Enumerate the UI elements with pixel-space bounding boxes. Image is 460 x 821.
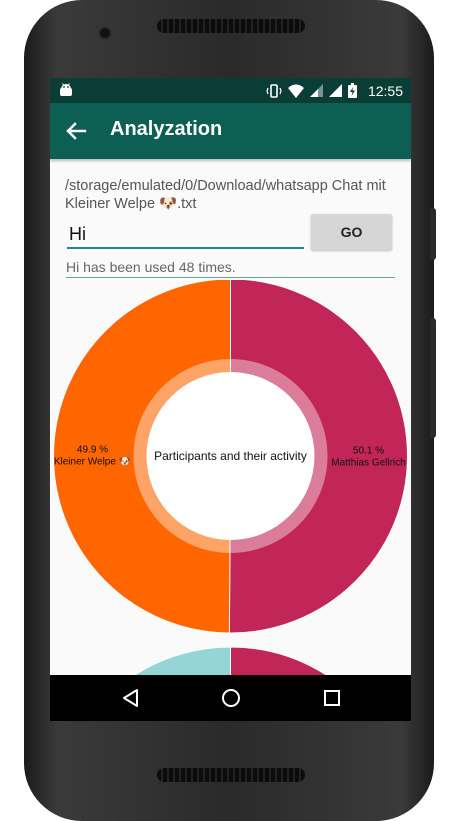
clock: 12:55 (367, 83, 403, 99)
recents-square-icon[interactable] (320, 686, 344, 710)
activity-donut-chart: 50.1 %Matthias Gellrich 49.9 %Kleiner Wel… (52, 280, 408, 634)
page-title: Analyzation (110, 118, 223, 140)
signal-icon (310, 84, 323, 97)
signal-icon-2 (329, 84, 342, 97)
result-text: Hi has been used 48 times. (66, 259, 395, 278)
status-icons (266, 83, 357, 98)
wifi-icon (288, 84, 304, 98)
search-word-input[interactable] (67, 221, 304, 249)
top-speaker (157, 19, 305, 33)
file-path-text: /storage/emulated/0/Download/whatsapp Ch… (65, 178, 386, 212)
slice-value-label: 50.1 % (353, 445, 384, 456)
home-circle-icon[interactable] (219, 686, 243, 710)
power-button (430, 208, 436, 260)
back-triangle-icon[interactable] (119, 686, 143, 710)
vibrate-icon (266, 83, 282, 98)
slice-name-label: Kleiner Welpe 🐶 (54, 457, 131, 468)
app-bar: Analyzation (50, 103, 411, 159)
android-icon (60, 83, 72, 96)
go-button[interactable]: GO (311, 214, 392, 250)
back-arrow-icon[interactable] (65, 120, 87, 142)
battery-charging-icon (348, 83, 357, 98)
app-screen: 12:55 Analyzation /storage/emulated/0/Do… (50, 78, 411, 721)
bottom-speaker (157, 768, 305, 782)
volume-button (430, 318, 436, 438)
slice-name-label: Matthias Gellrich (331, 457, 405, 468)
front-camera (100, 28, 110, 38)
slice-value-label: 49.9 % (77, 445, 108, 456)
chart-center-title: Participants and their activity (154, 449, 307, 463)
status-bar: 12:55 (50, 78, 411, 103)
navigation-bar (50, 675, 411, 721)
